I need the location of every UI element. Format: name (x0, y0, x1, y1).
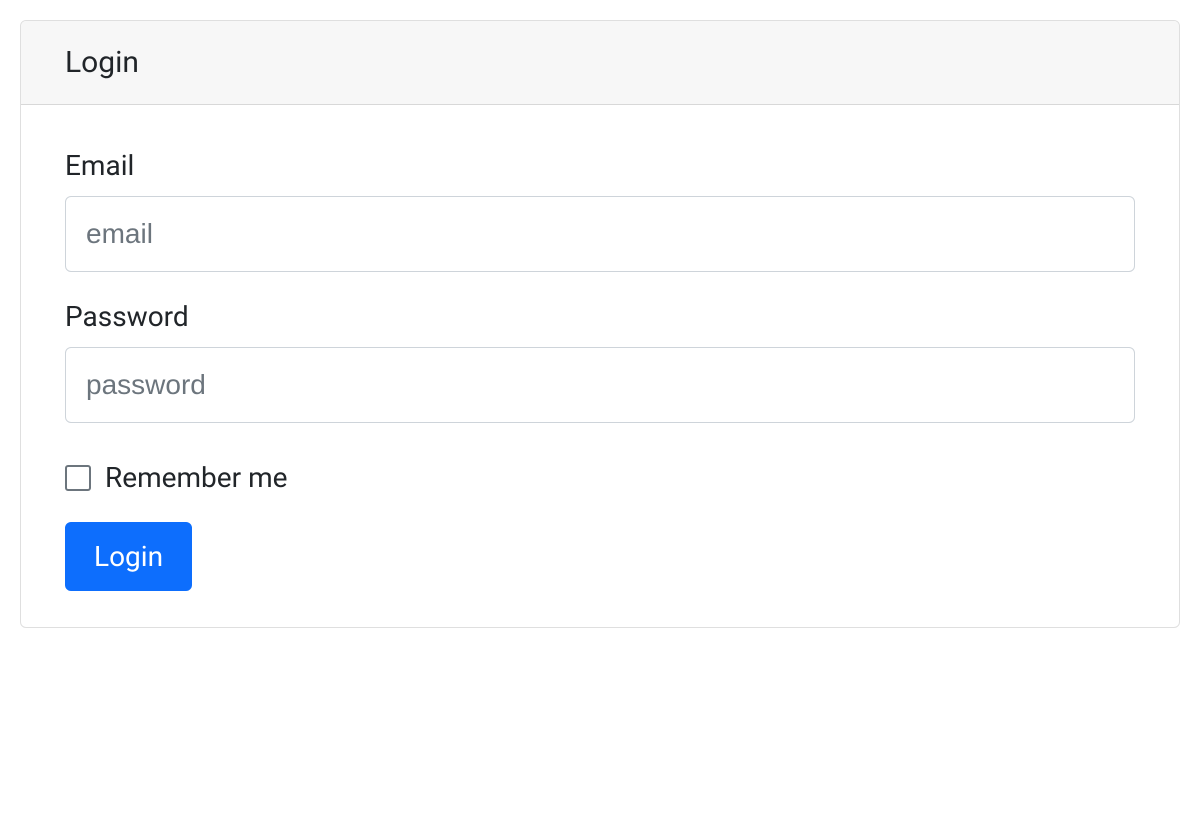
login-button[interactable]: Login (65, 522, 192, 591)
remember-checkbox[interactable] (65, 465, 91, 491)
card-title: Login (65, 45, 139, 80)
email-group: Email (65, 149, 1135, 272)
remember-group: Remember me (65, 461, 1135, 494)
card-header: Login (21, 21, 1179, 105)
password-group: Password (65, 300, 1135, 423)
remember-label[interactable]: Remember me (105, 461, 287, 494)
email-label: Email (65, 149, 1135, 182)
password-field[interactable] (65, 347, 1135, 423)
card-body: Email Password Remember me Login (21, 105, 1179, 627)
password-label: Password (65, 300, 1135, 333)
email-field[interactable] (65, 196, 1135, 272)
login-card: Login Email Password Remember me Login (20, 20, 1180, 628)
